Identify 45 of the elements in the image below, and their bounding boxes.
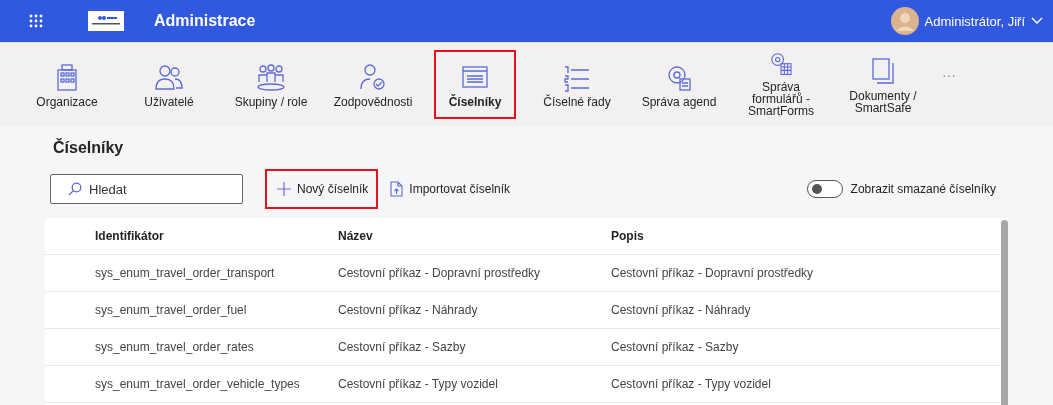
table-cell-text: Cestovní příkaz - Dopravní prostředky [611,266,815,280]
show-deleted-toggle[interactable] [806,180,843,198]
app-launcher-icon[interactable] [29,14,43,28]
column-header: Popis [611,229,645,243]
table-row[interactable]: sys_enum_travel_order_rates Cestovní příkaz - Sazby Cestovní příkaz - Sazby [45,329,1001,366]
app-title: Administrace [154,12,256,30]
nav-item[interactable]: Číselné řady [526,50,628,119]
table-cell-text: Cestovní příkaz - Sazby [338,340,467,354]
table-cell-text: sys_enum_travel_order_transport [95,266,276,280]
document-arrow-icon [390,181,404,197]
table-cell-text: Cestovní příkaz - Náhrady [611,303,752,317]
nav-item[interactable]: Číselníky [434,50,516,119]
group-icon [255,61,287,92]
user-menu[interactable]: Administrátor, Jiří [890,7,1043,35]
table-cell-text: sys_enum_travel_order_rates [95,340,255,354]
page-title: Číselníky [52,137,125,158]
table-cell-text: sys_enum_travel_order_fuel [95,303,248,317]
nav-item[interactable]: Správa formulářů - SmartForms [730,50,832,119]
company-logo-icon [88,11,124,31]
table-cell-text: Cestovní příkaz - Typy vozidel [611,377,772,391]
nav-item[interactable]: Skupiny / role [220,50,322,119]
avatar-icon [890,7,919,35]
plus-icon [277,182,291,196]
new-button[interactable]: Nový číselník [265,169,379,209]
table-cell-text: sys_enum_travel_order_vehicle_types [95,377,301,391]
table-cell-text: Cestovní příkaz - Náhrady [338,303,479,317]
table-row[interactable]: sys_enum_travel_order_transport Cestovní příkaz - Dopravní prostředky Cestovní příkaz - Dopravní prostředky [45,255,1001,292]
import-button[interactable]: Importovat číselník [378,169,521,209]
nav-item[interactable]: Zodpovědnosti [322,50,424,119]
column-header: Identifikátor [95,229,165,243]
table-cell-text: Cestovní příkaz - Typy vozidel [338,377,499,391]
nav-item[interactable]: Organizace [16,50,118,119]
nav-item[interactable]: Správa agend [628,50,730,119]
table-cell-text: Cestovní příkaz - Dopravní prostředky [338,266,542,280]
nav-item[interactable]: Dokumenty / SmartSafe [832,50,934,119]
scrollbar[interactable] [1001,220,1008,405]
toggle-label: Zobrazit smazané číselníky [850,182,996,196]
search-field[interactable]: Hledat [50,174,243,204]
table-row[interactable]: sys_enum_travel_order_fuel Cestovní příkaz - Náhrady Cestovní příkaz - Náhrady [45,292,1001,329]
table-cell-text: Cestovní příkaz - Sazby [611,340,740,354]
nav-item[interactable]: Uživatelé [118,50,220,119]
search-icon [68,182,82,196]
table-row[interactable]: sys_enum_travel_order_vehicle_types Cestovní příkaz - Typy vozidel Cestovní příkaz - Typy vozidel [45,366,1001,403]
column-header: Název [338,229,374,243]
chevron-down-icon [1031,17,1043,25]
